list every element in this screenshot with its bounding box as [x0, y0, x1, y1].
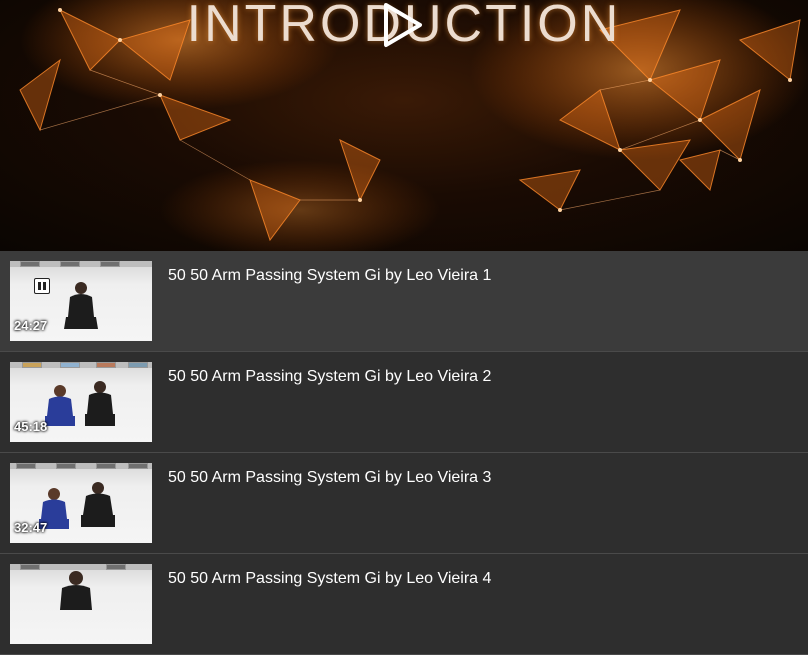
video-duration: 24:27: [14, 318, 48, 333]
video-thumbnail[interactable]: 24:27: [10, 261, 152, 341]
video-title[interactable]: 50 50 Arm Passing System Gi by Leo Vieir…: [168, 570, 491, 588]
athlete-figure: [64, 282, 98, 329]
athlete-figure: [81, 482, 115, 527]
video-player-poster[interactable]: INTRODUCTION: [0, 0, 808, 251]
video-thumbnail[interactable]: [10, 564, 152, 644]
playlist: 24:27 50 50 Arm Passing System Gi by Leo…: [0, 251, 808, 655]
playlist-item[interactable]: 50 50 Arm Passing System Gi by Leo Vieir…: [0, 554, 808, 655]
video-thumbnail[interactable]: 45:18: [10, 362, 152, 442]
video-title[interactable]: 50 50 Arm Passing System Gi by Leo Vieir…: [168, 267, 491, 285]
video-title[interactable]: 50 50 Arm Passing System Gi by Leo Vieir…: [168, 368, 491, 386]
video-duration: 32:47: [14, 520, 48, 535]
playlist-item[interactable]: 24:27 50 50 Arm Passing System Gi by Leo…: [0, 251, 808, 352]
athlete-figure: [60, 571, 92, 610]
playlist-item[interactable]: 32:47 50 50 Arm Passing System Gi by Leo…: [0, 453, 808, 554]
pause-icon[interactable]: [34, 278, 50, 294]
athlete-figure: [45, 385, 75, 426]
video-title[interactable]: 50 50 Arm Passing System Gi by Leo Vieir…: [168, 469, 491, 487]
video-thumbnail[interactable]: 32:47: [10, 463, 152, 543]
playlist-item[interactable]: 45:18 50 50 Arm Passing System Gi by Leo…: [0, 352, 808, 453]
play-icon[interactable]: [380, 2, 424, 48]
athlete-figure: [85, 381, 115, 426]
video-duration: 45:18: [14, 419, 48, 434]
